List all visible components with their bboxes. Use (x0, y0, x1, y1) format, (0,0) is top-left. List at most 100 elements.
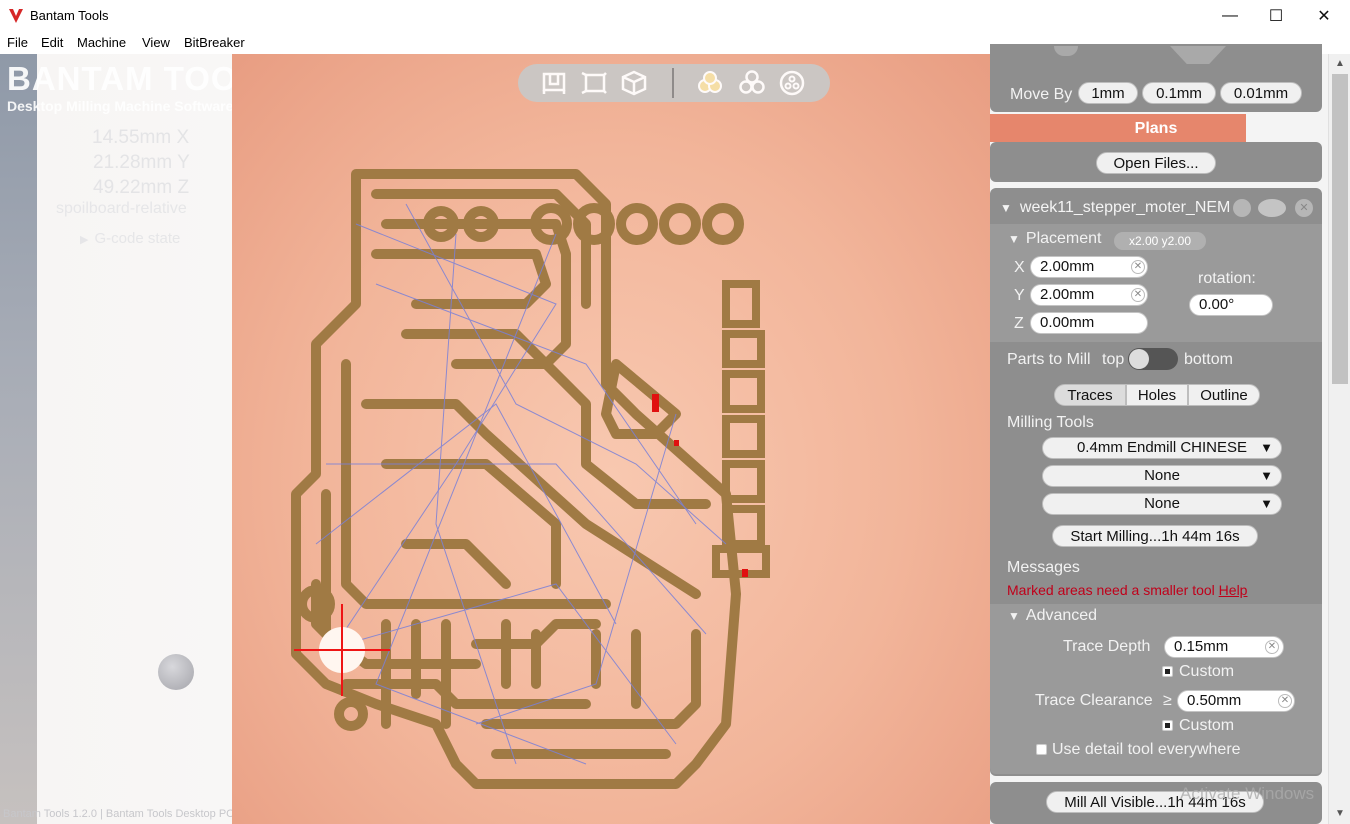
view-toolbar (518, 64, 830, 102)
plans-title: Plans (1134, 120, 1178, 137)
tab-holes[interactable]: Holes (1126, 384, 1188, 406)
z-label: Z (1014, 315, 1024, 332)
menu-view[interactable]: View (142, 35, 170, 50)
clear-trace-clearance-icon[interactable]: ✕ (1278, 694, 1292, 708)
tool-position-sphere (158, 654, 194, 690)
move-0-01mm-button[interactable]: 0.01mm (1220, 82, 1302, 104)
traces-view-icon[interactable] (696, 70, 724, 96)
position-reference: spoilboard-relative (56, 200, 187, 217)
maximize-button[interactable]: ☐ (1252, 0, 1300, 32)
holes-view-icon[interactable] (738, 70, 766, 96)
ge-symbol: ≥ (1163, 692, 1172, 709)
start-milling-button[interactable]: Start Milling...1h 44m 16s (1052, 525, 1258, 547)
chevron-down-icon: ▼ (1260, 440, 1273, 455)
plan-file-name: week11_stepper_moter_NEMA17.brd (1019, 199, 1230, 216)
ratsnest-lines (315, 203, 727, 765)
move-0-1mm-button[interactable]: 0.1mm (1142, 82, 1216, 104)
gcode-state-label: G-code state (94, 230, 181, 247)
move-by-label: Move By (1010, 86, 1073, 103)
tool-select-1[interactable]: 0.4mm Endmill CHINESE ▼ (1042, 437, 1282, 459)
detail-tool-checkbox[interactable] (1036, 744, 1047, 755)
warning-marker (742, 569, 748, 577)
collapse-triangle-icon: ▼ (1000, 201, 1012, 215)
help-link[interactable]: Help (1219, 582, 1248, 598)
trace-outlines (291, 169, 741, 789)
advanced-toggle[interactable]: ▼ Advanced (1008, 607, 1097, 625)
activate-windows-watermark: Activate Windows (1180, 784, 1315, 803)
clear-x-icon[interactable]: ✕ (1131, 260, 1145, 274)
collapse-triangle-icon: ▼ (1008, 609, 1020, 623)
milling-preview-canvas[interactable] (232, 54, 990, 824)
brand-subtitle: Desktop Milling Machine Software (7, 98, 234, 114)
tab-outline[interactable]: Outline (1188, 384, 1260, 406)
minimize-button[interactable]: — (1206, 0, 1254, 32)
bantam-logo-icon (9, 9, 23, 23)
trace-clearance-label: Trace Clearance (1035, 692, 1153, 709)
tool-warning-message: Marked areas need a smaller tool Help (1007, 582, 1247, 598)
plans-panel: Move By 1mm 0.1mm 0.01mm Plans Open File… (990, 44, 1328, 824)
panel-scrollbar[interactable]: ▲ ▼ (1328, 54, 1350, 824)
rotation-input[interactable]: 0.00° (1189, 294, 1273, 316)
pcb-trace-preview (291, 169, 770, 789)
outline-view-icon[interactable] (778, 70, 806, 96)
top-view-icon[interactable] (580, 70, 608, 96)
warning-text: Marked areas need a smaller tool (1007, 582, 1215, 598)
silkscreen-text-outlines (712, 280, 770, 578)
tool-select-1-value: 0.4mm Endmill CHINESE (1076, 439, 1248, 456)
menu-file[interactable]: File (7, 35, 28, 50)
top-bottom-toggle[interactable] (1128, 348, 1178, 370)
position-z: 49.22mm Z (93, 177, 190, 198)
menu-edit[interactable]: Edit (41, 35, 63, 50)
warning-marker (674, 440, 679, 446)
messages-label: Messages (1007, 559, 1080, 576)
milling-tools-label: Milling Tools (1007, 414, 1094, 431)
scroll-thumb[interactable] (1332, 74, 1348, 384)
custom-depth-checkbox[interactable] (1162, 666, 1173, 677)
chevron-down-icon: ▼ (1260, 496, 1273, 511)
gcode-state-toggle[interactable]: ▶ G-code state (80, 230, 180, 247)
placement-label: Placement (1025, 230, 1102, 247)
detail-tool-label: Use detail tool everywhere (1052, 741, 1241, 758)
custom-clearance-checkbox[interactable] (1162, 720, 1173, 731)
move-1mm-button[interactable]: 1mm (1078, 82, 1138, 104)
placement-z-input[interactable]: 0.00mm (1030, 312, 1148, 334)
close-button[interactable]: ✕ (1300, 0, 1348, 32)
tool-select-3-value: None (1144, 495, 1180, 512)
tool-select-2[interactable]: None ▼ (1042, 465, 1282, 487)
custom-depth-label: Custom (1179, 663, 1235, 680)
advanced-label: Advanced (1025, 607, 1098, 624)
expand-triangle-icon: ▶ (80, 234, 89, 246)
warning-marker (652, 394, 659, 412)
position-y: 21.28mm Y (93, 152, 190, 173)
tool-select-3[interactable]: None ▼ (1042, 493, 1282, 515)
iso-view-icon[interactable] (620, 70, 648, 96)
scale-badge[interactable]: x2.00 y2.00 (1114, 232, 1206, 250)
clear-trace-depth-icon[interactable]: ✕ (1265, 640, 1279, 654)
position-x: 14.55mm X (92, 127, 190, 148)
rotation-label: rotation: (1198, 270, 1256, 287)
scroll-up-icon[interactable]: ▲ (1332, 56, 1348, 72)
open-files-button[interactable]: Open Files... (1096, 152, 1216, 174)
y-label: Y (1014, 287, 1025, 304)
reload-icon[interactable] (1233, 199, 1251, 217)
custom-clearance-label: Custom (1179, 717, 1235, 734)
title-bar: Bantam Tools — ☐ ✕ (0, 0, 1350, 32)
collapse-triangle-icon: ▼ (1008, 232, 1020, 246)
chevron-down-icon: ▼ (1260, 468, 1273, 483)
remove-file-icon[interactable]: ✕ (1295, 199, 1313, 217)
menu-bitbreaker[interactable]: BitBreaker (184, 35, 245, 50)
toggle-knob (1129, 349, 1149, 369)
window-title: Bantam Tools (30, 8, 109, 23)
scroll-down-icon[interactable]: ▼ (1332, 806, 1348, 822)
menu-machine[interactable]: Machine (77, 35, 126, 50)
left-strip (0, 54, 37, 824)
x-label: X (1014, 259, 1025, 276)
plan-file-header[interactable]: ▼ week11_stepper_moter_NEMA17.brd (1000, 199, 1230, 217)
front-view-icon[interactable] (540, 70, 568, 96)
parts-bottom-label: bottom (1184, 351, 1233, 368)
clear-y-icon[interactable]: ✕ (1131, 288, 1145, 302)
placement-toggle[interactable]: ▼ Placement (1008, 230, 1101, 248)
tab-traces[interactable]: Traces (1054, 384, 1126, 406)
eye-icon[interactable] (1258, 199, 1286, 217)
parts-to-mill-label: Parts to Mill (1007, 351, 1091, 368)
